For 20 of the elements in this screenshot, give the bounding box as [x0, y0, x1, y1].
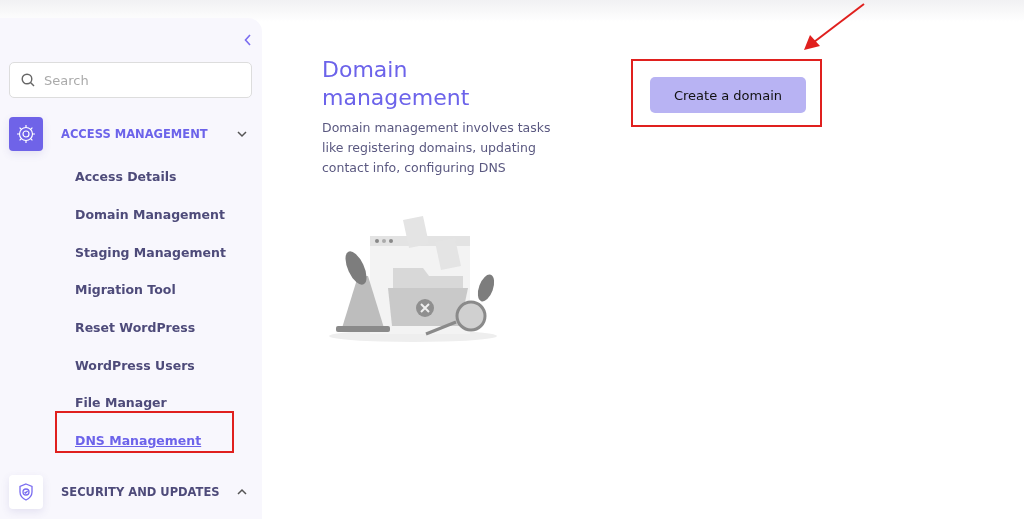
sidebar-link[interactable]: Access Details: [75, 158, 252, 196]
sidebar-link[interactable]: Reset WordPress: [75, 308, 252, 347]
search-icon: [21, 73, 35, 87]
gear-icon: [16, 124, 36, 144]
page-title: Domain management: [322, 56, 471, 112]
group-title[interactable]: SECURITY AND UPDATES: [61, 484, 232, 499]
sidebar-link[interactable]: DNS Management: [75, 421, 252, 460]
group-title[interactable]: ACCESS MANAGEMENT: [61, 127, 232, 141]
collapse-icon[interactable]: [244, 34, 252, 46]
sidebar-link[interactable]: Staging Management: [75, 233, 252, 272]
chevron-down-icon[interactable]: [236, 130, 248, 138]
create-domain-button[interactable]: Create a domain: [650, 77, 806, 113]
shield-icon: [16, 481, 36, 502]
search-field[interactable]: Search: [9, 62, 252, 98]
chevron-up-icon[interactable]: [236, 487, 248, 496]
page-description: Domain management involves tasks like registering domains, updating contact info, configuring DNS: [322, 119, 552, 177]
sidebar-link[interactable]: File Manager: [75, 384, 252, 422]
sidebar-link[interactable]: WordPress Users: [75, 346, 252, 385]
sidebar-link[interactable]: Domain Management: [75, 195, 252, 234]
sidebar-link[interactable]: Migration Tool: [75, 271, 252, 309]
